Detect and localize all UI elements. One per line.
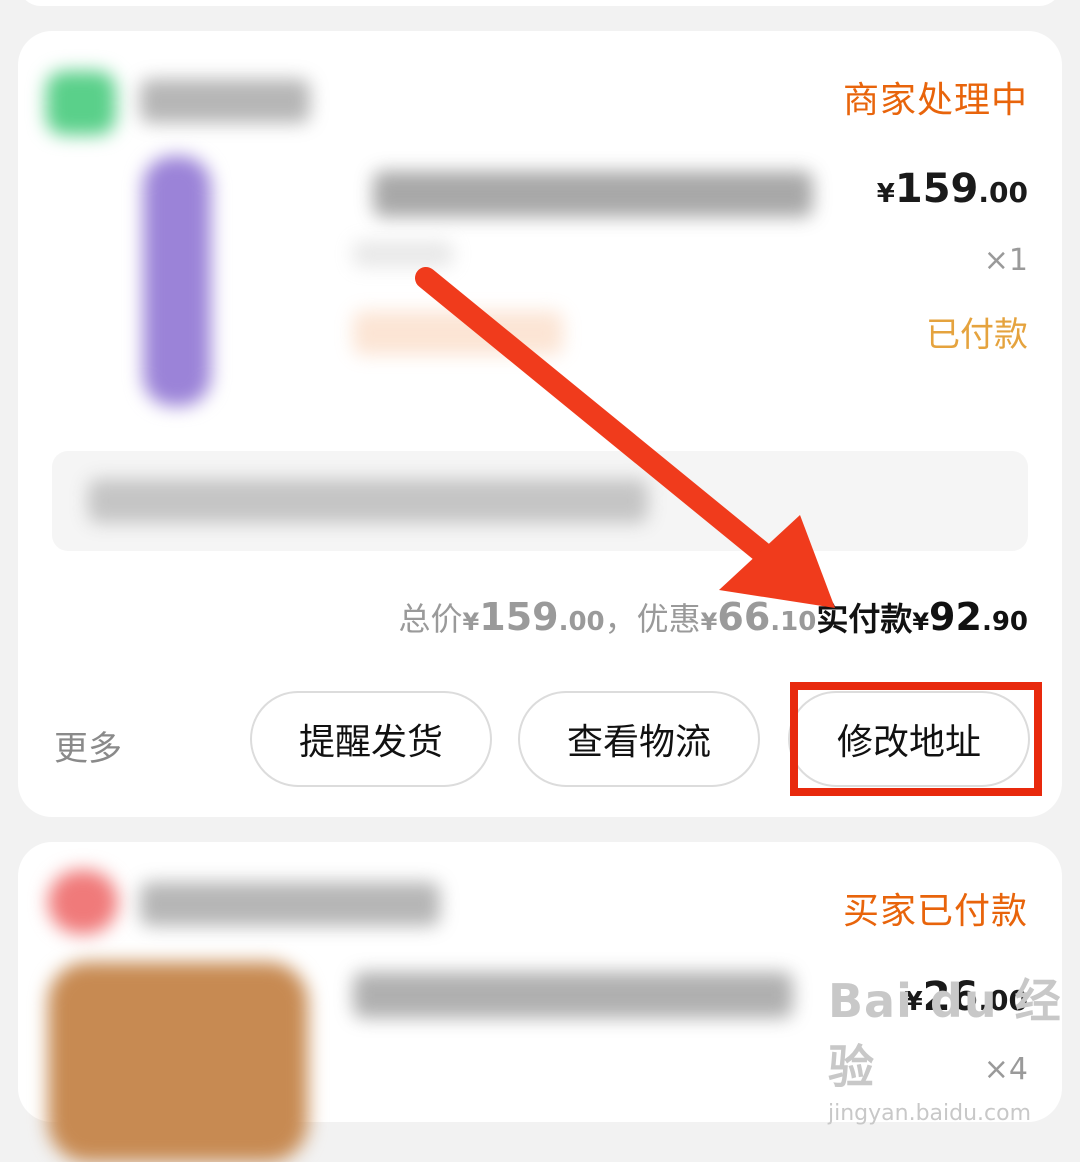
order-status-2: 买家已付款 bbox=[842, 891, 1028, 932]
change-address-button[interactable]: 修改地址 bbox=[788, 691, 1030, 787]
total-label: 总价 bbox=[398, 600, 463, 638]
previous-order-card bbox=[18, 0, 1062, 6]
total-amount: 159 bbox=[479, 595, 559, 639]
product-title-2 bbox=[353, 972, 793, 1018]
product-price: ¥159.00 bbox=[876, 166, 1028, 212]
product-image-2 bbox=[48, 962, 308, 1162]
watermark-logo: Bai du 经验 bbox=[828, 974, 1062, 1094]
product-image bbox=[143, 156, 211, 406]
remind-shipment-button[interactable]: 提醒发货 bbox=[250, 691, 492, 787]
baidu-watermark: Bai du 经验 jingyan.baidu.com bbox=[828, 965, 1078, 1126]
shop-name-2 bbox=[140, 882, 440, 926]
discount-label: 优惠 bbox=[636, 600, 701, 638]
payment-status: 已付款 bbox=[926, 315, 1028, 355]
order-card[interactable]: 商家处理中 ¥159.00 ×1 已付款 总价¥159.00，优惠¥66.10实… bbox=[18, 31, 1062, 817]
product-spec bbox=[353, 241, 453, 267]
more-button[interactable]: 更多 bbox=[54, 721, 122, 770]
paid-label: 实付款 bbox=[816, 600, 913, 638]
shop-logo-2 bbox=[48, 870, 118, 934]
paid-amount: 92 bbox=[929, 595, 982, 639]
price-summary: 总价¥159.00，优惠¥66.10实付款¥92.90 bbox=[398, 595, 1028, 639]
shop-name bbox=[140, 79, 310, 123]
shop-logo bbox=[46, 71, 116, 135]
watermark-url: jingyan.baidu.com bbox=[828, 1101, 1032, 1126]
product-title bbox=[373, 171, 813, 217]
discount-amount: 66 bbox=[717, 595, 771, 639]
view-logistics-button[interactable]: 查看物流 bbox=[518, 691, 760, 787]
product-tag bbox=[353, 311, 563, 355]
info-text bbox=[88, 479, 648, 523]
product-quantity: ×1 bbox=[983, 243, 1028, 278]
order-status: 商家处理中 bbox=[842, 80, 1028, 121]
